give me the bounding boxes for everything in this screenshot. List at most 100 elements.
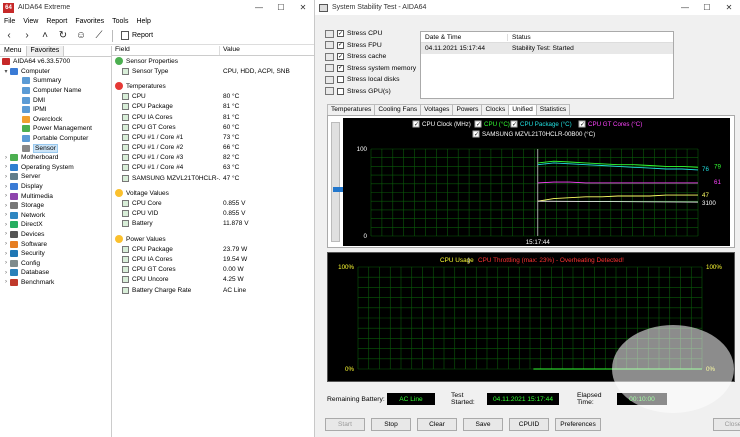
details-row[interactable]: CPU Core 0.855 V: [112, 198, 314, 208]
stress-option-stress-system-memory[interactable]: ✓ Stress system memory: [325, 63, 425, 75]
menu-report[interactable]: Report: [46, 18, 67, 25]
details-row[interactable]: CPU Package 81 °C: [112, 102, 314, 112]
details-row[interactable]: Battery 11.878 V: [112, 219, 314, 229]
tree-item-sensor[interactable]: Sensor: [0, 143, 111, 153]
tab-clocks[interactable]: Clocks: [481, 104, 510, 115]
tree-item-multimedia[interactable]: › Multimedia: [0, 191, 111, 201]
up-icon[interactable]: ˄: [40, 30, 50, 42]
graph-scale-slider[interactable]: [331, 122, 343, 242]
details-row[interactable]: CPU 80 °C: [112, 92, 314, 102]
checkbox-checked-icon[interactable]: ✓: [337, 64, 344, 72]
tab-cooling-fans[interactable]: Cooling Fans: [374, 104, 422, 115]
tab-unified[interactable]: Unified: [508, 104, 537, 115]
tree-item-computer[interactable]: ▾ Computer: [0, 67, 111, 77]
forward-icon[interactable]: ›: [22, 30, 32, 42]
tab-powers[interactable]: Powers: [452, 104, 483, 115]
refresh-icon[interactable]: ↻: [58, 30, 68, 42]
expand-arrow-icon[interactable]: ›: [2, 231, 10, 237]
tab-voltages[interactable]: Voltages: [420, 104, 454, 115]
stop-button[interactable]: Stop: [371, 418, 411, 431]
tree-item-directx[interactable]: › DirectX: [0, 220, 111, 230]
tree-item-power-management[interactable]: Power Management: [0, 124, 111, 134]
menu-tools[interactable]: Tools: [112, 18, 128, 25]
expand-arrow-icon[interactable]: ›: [2, 270, 10, 276]
tree-item-benchmark[interactable]: › Benchmark: [0, 278, 111, 288]
details-row[interactable]: CPU VID 0.855 V: [112, 209, 314, 219]
user-icon[interactable]: ☺: [76, 30, 86, 42]
details-row[interactable]: CPU GT Cores 0.00 W: [112, 265, 314, 275]
maximize-icon[interactable]: ☐: [696, 0, 718, 15]
start-button[interactable]: Start: [325, 418, 365, 431]
checkbox-unchecked-icon[interactable]: [337, 76, 344, 84]
expand-arrow-icon[interactable]: ›: [2, 164, 10, 170]
tree-item-overclock[interactable]: Overclock: [0, 115, 111, 125]
log-column-datetime[interactable]: Date & Time: [421, 33, 508, 41]
details-row[interactable]: CPU #1 / Core #2 66 °C: [112, 143, 314, 153]
graph-icon[interactable]: ⟋: [94, 30, 104, 42]
stress-option-stress-local-disks[interactable]: Stress local disks: [325, 74, 425, 86]
details-row[interactable]: CPU GT Cores 60 °C: [112, 122, 314, 132]
tree-item-portable-computer[interactable]: Portable Computer: [0, 134, 111, 144]
tree-item-config[interactable]: › Config: [0, 258, 111, 268]
report-button[interactable]: Report: [121, 31, 153, 40]
stress-option-stress-cpu[interactable]: ✓ Stress CPU: [325, 28, 425, 40]
expand-arrow-icon[interactable]: ▾: [2, 68, 10, 75]
expand-arrow-icon[interactable]: ›: [2, 212, 10, 218]
tree-item-aida64-v6-33-5700[interactable]: AIDA64 v6.33.5700: [0, 57, 111, 67]
tab-temperatures[interactable]: Temperatures: [327, 104, 376, 115]
close-icon[interactable]: ✕: [292, 0, 314, 15]
slider-thumb[interactable]: [333, 187, 343, 192]
log-row[interactable]: 04.11.2021 15:17:44 Stability Test: Star…: [421, 43, 673, 54]
tree-item-ipmi[interactable]: IPMI: [0, 105, 111, 115]
details-group-header[interactable]: Temperatures: [112, 81, 314, 91]
tab-statistics[interactable]: Statistics: [535, 104, 571, 115]
menu-favorites[interactable]: Favorites: [75, 18, 104, 25]
log-column-status[interactable]: Status: [508, 34, 531, 41]
tree-item-storage[interactable]: › Storage: [0, 201, 111, 211]
column-value[interactable]: Value: [220, 46, 240, 55]
tree-item-dmi[interactable]: DMI: [0, 95, 111, 105]
expand-arrow-icon[interactable]: ›: [2, 241, 10, 247]
column-field[interactable]: Field: [112, 46, 220, 55]
stress-option-stress-fpu[interactable]: ✓ Stress FPU: [325, 40, 425, 52]
details-row[interactable]: Sensor Type CPU, HDD, ACPI, SNB: [112, 66, 314, 76]
expand-arrow-icon[interactable]: ›: [2, 184, 10, 190]
cpuid-button[interactable]: CPUID: [509, 418, 549, 431]
checkbox-checked-icon[interactable]: ✓: [337, 53, 344, 61]
details-row[interactable]: CPU #1 / Core #4 63 °C: [112, 163, 314, 173]
tree-item-operating-system[interactable]: › Operating System: [0, 163, 111, 173]
clear-button[interactable]: Clear: [417, 418, 457, 431]
tree-item-software[interactable]: › Software: [0, 239, 111, 249]
expand-arrow-icon[interactable]: ›: [2, 193, 10, 199]
menu-view[interactable]: View: [23, 18, 38, 25]
details-group-header[interactable]: Power Values: [112, 234, 314, 244]
tree-item-server[interactable]: › Server: [0, 172, 111, 182]
tree-item-display[interactable]: › Display: [0, 182, 111, 192]
close-icon[interactable]: ✕: [718, 0, 740, 15]
tree-item-devices[interactable]: › Devices: [0, 230, 111, 240]
details-row[interactable]: CPU #1 / Core #3 82 °C: [112, 153, 314, 163]
expand-arrow-icon[interactable]: ›: [2, 174, 10, 180]
tree-item-network[interactable]: › Network: [0, 211, 111, 221]
details-row[interactable]: CPU IA Cores 19.54 W: [112, 254, 314, 264]
menu-file[interactable]: File: [4, 18, 15, 25]
maximize-icon[interactable]: ☐: [270, 0, 292, 15]
back-icon[interactable]: ‹: [4, 30, 14, 42]
tree-item-database[interactable]: › Database: [0, 268, 111, 278]
expand-arrow-icon[interactable]: ›: [2, 260, 10, 266]
preferences-button[interactable]: Preferences: [555, 418, 601, 431]
stress-option-stress-cache[interactable]: ✓ Stress cache: [325, 51, 425, 63]
details-row[interactable]: Battery Charge Rate AC Line: [112, 285, 314, 295]
checkbox-unchecked-icon[interactable]: [337, 87, 344, 95]
minimize-icon[interactable]: —: [674, 0, 696, 15]
save-button[interactable]: Save: [463, 418, 503, 431]
checkbox-checked-icon[interactable]: ✓: [337, 41, 344, 49]
details-row[interactable]: CPU IA Cores 81 °C: [112, 112, 314, 122]
minimize-icon[interactable]: —: [248, 0, 270, 15]
expand-arrow-icon[interactable]: ›: [2, 251, 10, 257]
tree-item-summary[interactable]: Summary: [0, 76, 111, 86]
details-group-header[interactable]: Sensor Properties: [112, 56, 314, 66]
tab-menu[interactable]: Menu: [0, 46, 27, 56]
stress-option-stress-gpu-s-[interactable]: Stress GPU(s): [325, 86, 425, 98]
close-button[interactable]: Close: [713, 418, 740, 431]
